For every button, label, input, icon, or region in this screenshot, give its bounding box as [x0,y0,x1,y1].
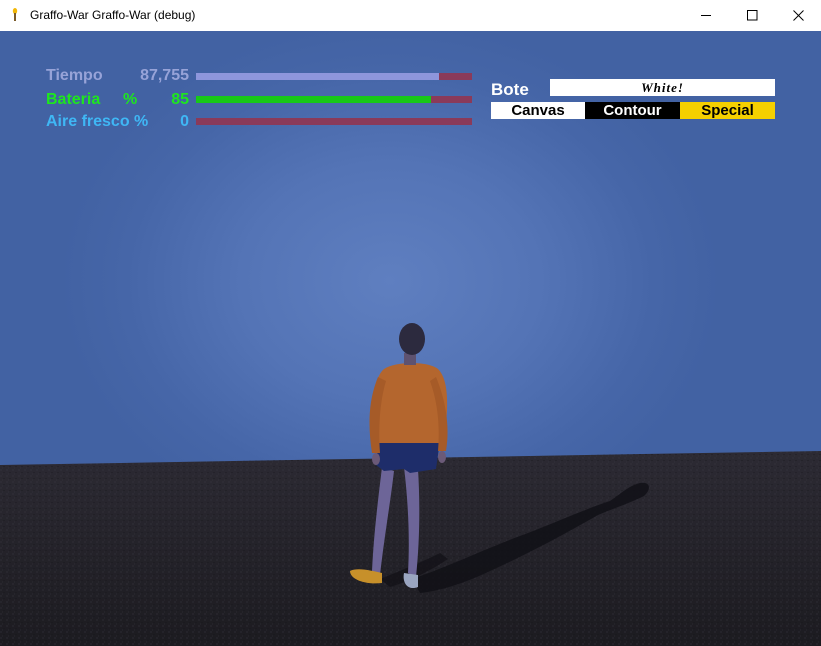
mode-canvas: Canvas [491,102,585,119]
bateria-unit: % [123,91,138,108]
bateria-value: 85 [171,91,189,108]
window-title: Graffo-War Graffo-War (debug) [30,8,196,22]
bateria-bar-fill [196,96,431,103]
tiempo-value: 87,755 [140,67,189,84]
bateria-bar [196,96,472,103]
tiempo-label: Tiempo [46,67,103,84]
maximize-icon [747,10,758,21]
aire-fresco-bar [196,118,472,125]
bote-label: Bote [491,80,529,99]
maximize-button[interactable] [729,0,775,31]
aire-fresco-value: 0 [180,113,189,130]
close-icon [793,10,804,21]
title-bar[interactable]: Graffo-War Graffo-War (debug) [0,0,821,32]
bateria-label: Bateria [46,91,101,108]
minimize-button[interactable] [683,0,729,31]
app-torch-icon [12,8,18,21]
minimize-icon [701,15,711,16]
mode-special: Special [680,102,775,119]
bote-color-box: White! [550,79,775,96]
bote-color-value: White! [641,80,684,95]
tiempo-bar-fill [196,73,439,80]
aire-fresco-label: Aire fresco % [46,113,149,130]
game-viewport[interactable]: Tiempo 87,755 Bateria % 85 Aire fresco %… [0,31,821,646]
game-window: Graffo-War Graffo-War (debug) Tiempo 87,… [0,0,821,646]
tiempo-bar [196,73,472,80]
close-button[interactable] [775,0,821,31]
mode-contour: Contour [585,102,680,119]
